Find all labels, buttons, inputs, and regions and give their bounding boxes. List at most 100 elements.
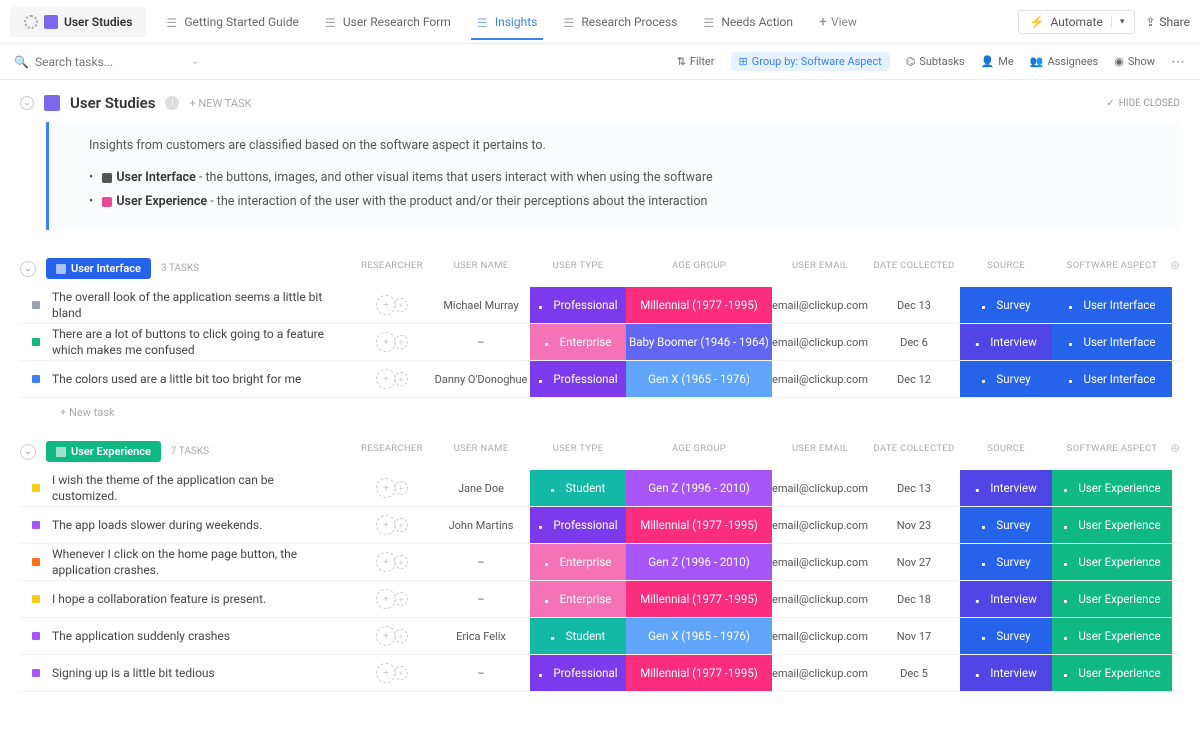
task-name[interactable]: The app loads slower during weekends. xyxy=(52,517,352,533)
researcher-cell[interactable]: ++ xyxy=(352,295,432,315)
aspect-cell[interactable]: ▪User Experience xyxy=(1052,507,1172,543)
aspect-cell[interactable]: ▪User Experience xyxy=(1052,618,1172,654)
user-type-cell[interactable]: ▪Professional xyxy=(530,507,626,543)
status-square[interactable] xyxy=(20,375,52,383)
source-cell[interactable]: ▪Survey xyxy=(960,361,1052,397)
tab-research-process[interactable]: ☰Research Process xyxy=(551,5,689,39)
task-row[interactable]: The app loads slower during weekends. ++… xyxy=(20,507,1180,544)
task-name[interactable]: There are a lot of buttons to click goin… xyxy=(52,326,352,358)
user-type-cell[interactable]: ▪Enterprise xyxy=(530,544,626,580)
source-cell[interactable]: ▪Interview xyxy=(960,581,1052,617)
aspect-cell[interactable]: ▪User Interface xyxy=(1052,324,1172,360)
user-type-cell[interactable]: ▪Enterprise xyxy=(530,581,626,617)
status-square[interactable] xyxy=(20,521,52,529)
user-type-cell[interactable]: ▪Professional xyxy=(530,287,626,323)
task-name[interactable]: The application suddenly crashes xyxy=(52,628,352,644)
share-button[interactable]: ⇪ Share xyxy=(1145,15,1190,29)
group-pill[interactable]: User Experience xyxy=(46,441,161,462)
status-square[interactable] xyxy=(20,484,52,492)
new-task-link[interactable]: + NEW TASK xyxy=(189,97,251,110)
source-cell[interactable]: ▪Survey xyxy=(960,287,1052,323)
chevron-down-icon[interactable]: ▾ xyxy=(1111,17,1125,27)
source-cell[interactable]: ▪Interview xyxy=(960,324,1052,360)
task-name[interactable]: Whenever I click on the home page button… xyxy=(52,546,352,578)
aspect-cell[interactable]: ▪User Interface xyxy=(1052,361,1172,397)
status-square[interactable] xyxy=(20,338,52,346)
task-row[interactable]: There are a lot of buttons to click goin… xyxy=(20,324,1180,361)
age-group-cell[interactable]: Baby Boomer (1946 - 1964) xyxy=(626,324,772,360)
groupby-button[interactable]: ⊞Group by: Software Aspect xyxy=(731,52,890,71)
aspect-cell[interactable]: ▪User Experience xyxy=(1052,544,1172,580)
task-row[interactable]: Whenever I click on the home page button… xyxy=(20,544,1180,581)
researcher-cell[interactable]: ++ xyxy=(352,478,432,498)
researcher-cell[interactable]: ++ xyxy=(352,332,432,352)
user-type-cell[interactable]: ▪Professional xyxy=(530,361,626,397)
age-group-cell[interactable]: Gen Z (1996 - 2010) xyxy=(626,470,772,506)
task-row[interactable]: I hope a collaboration feature is presen… xyxy=(20,581,1180,618)
add-column-icon[interactable]: ⊕ xyxy=(1170,258,1180,272)
task-name[interactable]: Signing up is a little bit tedious xyxy=(52,665,352,681)
info-icon[interactable]: i xyxy=(165,96,179,110)
age-group-cell[interactable]: Millennial (1977 -1995) xyxy=(626,507,772,543)
status-square[interactable] xyxy=(20,595,52,603)
task-row[interactable]: The colors used are a little bit too bri… xyxy=(20,361,1180,398)
hide-closed-toggle[interactable]: ✓ HIDE CLOSED xyxy=(1106,98,1180,109)
status-square[interactable] xyxy=(20,301,52,309)
researcher-cell[interactable]: ++ xyxy=(352,552,432,572)
user-type-cell[interactable]: ▪Professional xyxy=(530,655,626,691)
add-view-button[interactable]: + View xyxy=(807,6,869,38)
new-task-button[interactable]: + New task xyxy=(20,398,1180,419)
status-square[interactable] xyxy=(20,558,52,566)
group-pill[interactable]: User Interface xyxy=(46,258,151,279)
age-group-cell[interactable]: Millennial (1977 -1995) xyxy=(626,655,772,691)
source-cell[interactable]: ▪Survey xyxy=(960,507,1052,543)
user-type-cell[interactable]: ▪Student xyxy=(530,470,626,506)
aspect-cell[interactable]: ▪User Experience xyxy=(1052,581,1172,617)
researcher-cell[interactable]: ++ xyxy=(352,663,432,683)
researcher-cell[interactable]: ++ xyxy=(352,589,432,609)
source-cell[interactable]: ▪Interview xyxy=(960,470,1052,506)
status-square[interactable] xyxy=(20,669,52,677)
tab-needs-action[interactable]: ☰Needs Action xyxy=(691,5,805,39)
add-column-icon[interactable]: ⊕ xyxy=(1170,441,1180,455)
show-button[interactable]: ◉Show xyxy=(1114,55,1155,68)
assignees-button[interactable]: 👥Assignees xyxy=(1030,55,1099,68)
task-name[interactable]: The overall look of the application seem… xyxy=(52,289,352,321)
collapse-icon[interactable]: ⌄ xyxy=(20,96,34,110)
task-name[interactable]: I wish the theme of the application can … xyxy=(52,472,352,504)
task-name[interactable]: I hope a collaboration feature is presen… xyxy=(52,591,352,607)
task-name[interactable]: The colors used are a little bit too bri… xyxy=(52,371,352,387)
age-group-cell[interactable]: Gen X (1965 - 1976) xyxy=(626,618,772,654)
chevron-down-icon[interactable]: ⌄ xyxy=(191,56,199,67)
age-group-cell[interactable]: Millennial (1977 -1995) xyxy=(626,581,772,617)
tab-insights[interactable]: ☰Insights xyxy=(465,5,549,39)
source-cell[interactable]: ▪Survey xyxy=(960,544,1052,580)
researcher-cell[interactable]: ++ xyxy=(352,369,432,389)
subtasks-button[interactable]: ⌬Subtasks xyxy=(906,55,965,68)
age-group-cell[interactable]: Gen Z (1996 - 2010) xyxy=(626,544,772,580)
task-row[interactable]: The overall look of the application seem… xyxy=(20,287,1180,324)
tab-home[interactable]: User Studies xyxy=(10,7,146,37)
user-type-cell[interactable]: ▪Student xyxy=(530,618,626,654)
aspect-cell[interactable]: ▪User Experience xyxy=(1052,470,1172,506)
task-row[interactable]: The application suddenly crashes ++ Eric… xyxy=(20,618,1180,655)
me-button[interactable]: 👤Me xyxy=(981,55,1014,68)
more-icon[interactable]: ⋯ xyxy=(1171,54,1186,70)
status-square[interactable] xyxy=(20,632,52,640)
tab-user-research-form[interactable]: ☰User Research Form xyxy=(313,5,463,39)
user-type-cell[interactable]: ▪Enterprise xyxy=(530,324,626,360)
aspect-cell[interactable]: ▪User Experience xyxy=(1052,655,1172,691)
age-group-cell[interactable]: Millennial (1977 -1995) xyxy=(626,287,772,323)
source-cell[interactable]: ▪Survey xyxy=(960,618,1052,654)
task-row[interactable]: I wish the theme of the application can … xyxy=(20,470,1180,507)
task-row[interactable]: Signing up is a little bit tedious ++ – … xyxy=(20,655,1180,692)
aspect-cell[interactable]: ▪User Interface xyxy=(1052,287,1172,323)
tab-getting-started-guide[interactable]: ☰Getting Started Guide xyxy=(154,5,310,39)
researcher-cell[interactable]: ++ xyxy=(352,515,432,535)
source-cell[interactable]: ▪Interview xyxy=(960,655,1052,691)
collapse-icon[interactable]: ⌄ xyxy=(20,444,36,460)
researcher-cell[interactable]: ++ xyxy=(352,626,432,646)
filter-button[interactable]: ⇅Filter xyxy=(677,55,715,68)
collapse-icon[interactable]: ⌄ xyxy=(20,261,36,277)
search-input[interactable] xyxy=(35,55,175,69)
